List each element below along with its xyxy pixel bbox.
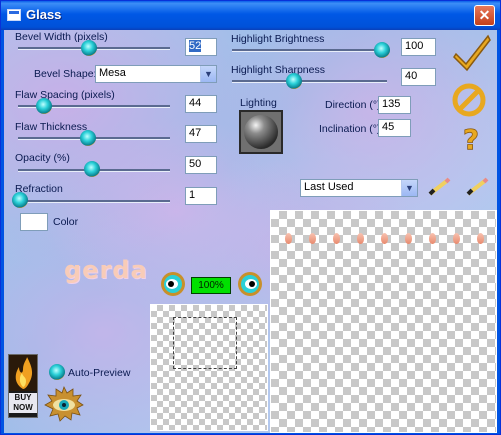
zoom-level: 100%: [191, 277, 231, 294]
preset-select[interactable]: Last Used ▼: [300, 179, 418, 197]
flaw-thickness-label: Flaw Thickness: [15, 121, 88, 133]
checkmark-icon: [453, 34, 491, 72]
svg-text:?: ?: [463, 123, 479, 155]
lighting-preview[interactable]: [239, 110, 283, 154]
auto-preview-toggle[interactable]: [49, 364, 65, 380]
dialog-body: Bevel Width (pixels) 52 Bevel Shape: Mes…: [4, 30, 497, 433]
help-button[interactable]: ?: [460, 123, 482, 158]
refraction-knob[interactable]: [12, 192, 28, 208]
result-preview: [270, 210, 497, 433]
preview-drop: [309, 233, 316, 244]
direction-input[interactable]: 135: [378, 96, 411, 114]
highlight-sharpness-input[interactable]: 40: [401, 68, 436, 86]
lighting-label: Lighting: [240, 97, 277, 109]
eye-button[interactable]: [43, 385, 85, 426]
preview-drop: [477, 233, 484, 244]
opacity-label: Opacity (%): [15, 152, 70, 164]
cancel-icon: [452, 83, 486, 117]
bevel-shape-label: Bevel Shape:: [34, 68, 97, 80]
preview-drop: [429, 233, 436, 244]
bevel-shape-value: Mesa: [99, 67, 126, 79]
bevel-shape-select[interactable]: Mesa ▼: [95, 65, 217, 83]
reset-preset-icon: [466, 177, 489, 196]
chevron-down-icon[interactable]: ▼: [200, 66, 216, 82]
buy-now-label: BUY NOW: [9, 393, 37, 413]
refraction-input[interactable]: 1: [185, 187, 217, 205]
flaw-spacing-label: Flaw Spacing (pixels): [15, 89, 115, 101]
eye-icon: [44, 385, 84, 422]
auto-preview-label: Auto-Preview: [68, 367, 131, 379]
color-swatch[interactable]: [20, 213, 48, 231]
flaw-thickness-input[interactable]: 47: [185, 125, 217, 143]
preview-drop: [381, 233, 388, 244]
ok-button[interactable]: [452, 32, 492, 75]
lighting-sphere-icon: [241, 112, 281, 152]
brand-logo: gerda: [64, 256, 148, 284]
preview-selection-box[interactable]: [173, 317, 237, 369]
preview-drop: [453, 233, 460, 244]
flaw-spacing-input[interactable]: 44: [185, 95, 217, 113]
inclination-label: Inclination (°): [319, 123, 381, 135]
dialog-window: Glass ✕ Bevel Width (pixels) 52 Bevel Sh…: [0, 0, 501, 435]
direction-label: Direction (°): [325, 99, 381, 111]
preview-drop: [357, 233, 364, 244]
highlight-brightness-input[interactable]: 100: [401, 38, 436, 56]
opacity-knob[interactable]: [84, 161, 100, 177]
preset-value: Last Used: [304, 181, 354, 193]
preview-drop: [285, 233, 292, 244]
zoom-out-button[interactable]: [159, 270, 187, 301]
zoom-out-icon: [161, 272, 185, 296]
chevron-down-icon[interactable]: ▼: [401, 180, 417, 196]
flaw-spacing-knob[interactable]: [36, 98, 52, 114]
save-preset-icon: [428, 177, 451, 196]
help-icon: ?: [462, 123, 479, 157]
bevel-width-knob[interactable]: [81, 40, 97, 56]
zoom-in-button[interactable]: [236, 270, 264, 301]
opacity-input[interactable]: 50: [185, 156, 217, 174]
window-title: Glass: [26, 7, 62, 22]
cancel-button[interactable]: [451, 82, 487, 121]
highlight-sharpness-knob[interactable]: [286, 73, 302, 89]
highlight-brightness-slider[interactable]: [232, 49, 387, 52]
window-icon: [7, 9, 21, 21]
highlight-brightness-knob[interactable]: [374, 42, 390, 58]
inclination-input[interactable]: 45: [378, 119, 411, 137]
flaw-thickness-knob[interactable]: [80, 130, 96, 146]
buy-now-button[interactable]: BUY NOW: [8, 354, 38, 418]
title-bar[interactable]: Glass ✕: [1, 1, 500, 30]
save-preset-button[interactable]: [426, 176, 454, 201]
highlight-sharpness-slider[interactable]: [232, 80, 387, 83]
preview-drop: [333, 233, 340, 244]
buy-now-icon: [9, 355, 37, 391]
color-label: Color: [53, 216, 79, 228]
original-preview[interactable]: [150, 304, 268, 431]
close-button[interactable]: ✕: [474, 5, 495, 26]
zoom-in-icon: [238, 272, 262, 296]
bevel-width-input[interactable]: 52: [185, 38, 217, 56]
reset-preset-button[interactable]: [464, 176, 492, 201]
highlight-sharpness-label: Highlight Sharpness: [231, 64, 325, 76]
refraction-slider[interactable]: [18, 200, 170, 203]
preview-drop: [405, 233, 412, 244]
highlight-brightness-label: Highlight Brightness: [231, 33, 325, 45]
